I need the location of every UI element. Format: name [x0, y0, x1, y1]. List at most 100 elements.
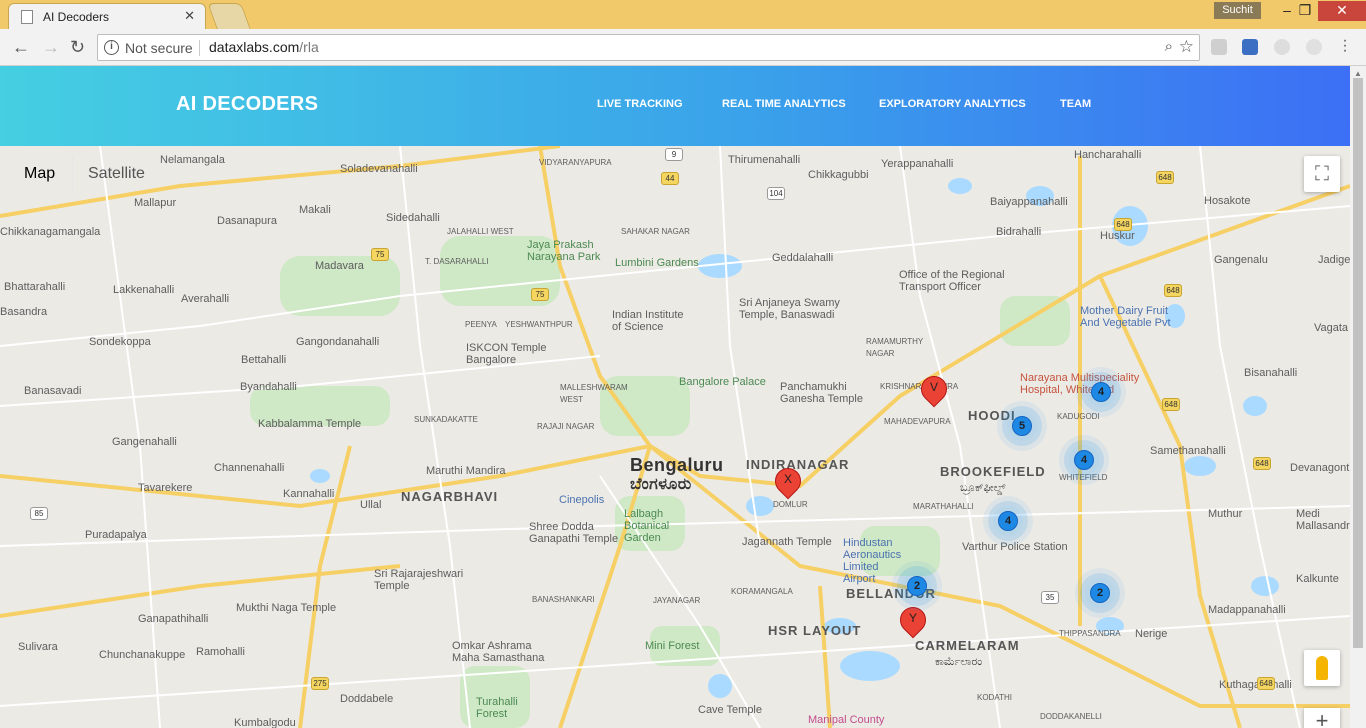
- label-channenahalli: Channenahalli: [214, 462, 285, 474]
- zoom-in-button[interactable]: +: [1304, 708, 1340, 728]
- label-gangenahalli: Gangenahalli: [112, 436, 177, 448]
- label-jadige: Jadige: [1318, 254, 1350, 266]
- extension-pdf-icon[interactable]: [1211, 39, 1227, 55]
- label-kannahalli: Kannahalli: [283, 488, 335, 500]
- scroll-up-icon[interactable]: ▲: [1354, 69, 1362, 78]
- label-kalkunte: Kalkunte: [1296, 573, 1339, 585]
- maximize-icon[interactable]: ❐: [1290, 1, 1320, 21]
- scroll-thumb[interactable]: [1353, 78, 1363, 648]
- label-nerige: Nerige: [1135, 628, 1168, 640]
- tab-strip: AI Decoders ✕ Suchit – ❐ ✕: [0, 0, 1366, 29]
- street-view-pegman-icon[interactable]: [1304, 650, 1340, 686]
- marker-cluster[interactable]: 4: [1069, 445, 1099, 475]
- marker-cluster[interactable]: 2: [1085, 578, 1115, 608]
- label-mukthi-naga: Mukthi Naga Temple: [236, 602, 337, 614]
- zoom-icon[interactable]: ⌕: [1165, 38, 1173, 55]
- map-type-satellite-button[interactable]: Satellite: [72, 156, 160, 192]
- label-maruthi-mandira: Maruthi Mandira: [426, 465, 506, 477]
- menu-kebab-icon[interactable]: · · ·: [1340, 33, 1350, 59]
- label-vagata: Vagata: [1314, 322, 1349, 334]
- brand-logo[interactable]: AI DECODERS: [176, 93, 318, 116]
- label-basandra: Basandra: [0, 306, 48, 318]
- label-anjaneya: Sri Anjaneya Swamy Temple, Banaswadi: [739, 297, 840, 321]
- marker-cluster[interactable]: 5: [1007, 411, 1037, 441]
- label-medi-mallasandra: Medi Mallasandra: [1296, 508, 1350, 532]
- cluster-count: 4: [1091, 382, 1111, 402]
- url-host: dataxlabs.com: [209, 39, 300, 55]
- reload-icon[interactable]: ↻: [70, 37, 85, 58]
- label-bidrahalli: Bidrahalli: [996, 226, 1042, 238]
- map-canvas[interactable]: Bengaluru ಬೆಂಗಳೂರು INDIRANAGAR BROOKEFIE…: [0, 146, 1350, 728]
- label-brookefield-kn: ಬ್ರೂಕ್‌ಫೀಲ್ಡ್: [960, 482, 1006, 494]
- marker-cluster[interactable]: 4: [993, 506, 1023, 536]
- nav-team[interactable]: TEAM: [1060, 98, 1091, 110]
- forward-arrow-icon[interactable]: →: [42, 37, 60, 58]
- tab-close-icon[interactable]: ✕: [184, 8, 195, 24]
- extension-app-icon[interactable]: [1242, 39, 1258, 55]
- back-arrow-icon[interactable]: ←: [12, 37, 30, 58]
- label-devanagonthi: Devanagonthi: [1290, 462, 1350, 474]
- label-lalbagh: Lalbagh Botanical Garden: [624, 508, 670, 544]
- label-yerappanahalli: Yerappanahalli: [881, 158, 954, 170]
- label-hancharahalli: Hancharahalli: [1074, 149, 1142, 161]
- nav-real-time-analytics[interactable]: REAL TIME ANALYTICS: [722, 98, 846, 110]
- page-icon: [21, 10, 33, 24]
- label-malleshwaram: MALLESHWARAM WEST: [560, 383, 628, 404]
- label-palace: Bangalore Palace: [679, 376, 766, 388]
- label-baiyappanahalli: Baiyappanahalli: [990, 196, 1068, 208]
- label-manipal: Manipal County: [808, 714, 885, 726]
- label-bhattarahalli: Bhattarahalli: [4, 281, 66, 293]
- road-shield: 275: [311, 677, 329, 690]
- label-gangenalu: Gangenalu: [1214, 254, 1268, 266]
- label-lakkenahalli: Lakkenahalli: [113, 284, 175, 296]
- label-narayana-hospital: Narayana Multispeciality Hospital, White…: [1020, 372, 1140, 396]
- url-text[interactable]: dataxlabs.com/rla: [209, 39, 319, 55]
- label-jagannath: Jagannath Temple: [742, 536, 832, 548]
- address-bar[interactable]: i Not secure dataxlabs.com/rla ⌕ ☆: [97, 34, 1200, 61]
- label-brookefield: BROOKEFIELD: [940, 464, 1046, 479]
- label-rajaji-nagar: RAJAJI NAGAR: [537, 422, 595, 431]
- extension-power-icon[interactable]: [1306, 39, 1322, 55]
- road-shield: 75: [531, 288, 549, 301]
- profile-button[interactable]: Suchit: [1214, 2, 1261, 19]
- label-huskur: Huskur: [1100, 230, 1135, 242]
- extension-circle-icon[interactable]: [1274, 39, 1290, 55]
- marker-label: Y: [908, 611, 917, 625]
- road-shield: 75: [371, 248, 389, 261]
- marker-label: X: [783, 472, 792, 486]
- label-kadugodi: KADUGODI: [1057, 412, 1100, 421]
- label-bisanahalli: Bisanahalli: [1244, 367, 1298, 379]
- label-mallapur: Mallapur: [134, 197, 177, 209]
- page-scrollbar[interactable]: ▲: [1350, 66, 1366, 728]
- label-mini-forest: Mini Forest: [645, 640, 700, 652]
- marker-label: V: [929, 380, 938, 394]
- label-t-dasarahalli: T. DASARAHALLI: [425, 257, 489, 266]
- vehicle-marker-v[interactable]: V: [915, 370, 953, 412]
- tab-title: AI Decoders: [43, 10, 110, 24]
- label-kuthaganahalli: Kuthaganahalli: [1219, 679, 1292, 691]
- label-carmelaram-kn: ಕಾರ್ಮೆಲಾರಂ: [935, 656, 983, 668]
- vehicle-marker-x[interactable]: X: [769, 462, 807, 504]
- nav-live-tracking[interactable]: LIVE TRACKING: [597, 98, 683, 110]
- info-icon[interactable]: i: [104, 40, 119, 55]
- label-turahalli: Turahalli Forest: [476, 696, 518, 720]
- close-window-icon[interactable]: ✕: [1318, 1, 1366, 21]
- label-iskcon: ISKCON Temple Bangalore: [466, 342, 547, 366]
- label-samethanahalli: Samethanahalli: [1150, 445, 1226, 457]
- road-shield: 104: [767, 187, 785, 200]
- label-hosakote: Hosakote: [1204, 195, 1251, 207]
- divider: [199, 40, 200, 56]
- nav-exploratory-analytics[interactable]: EXPLORATORY ANALYTICS: [879, 98, 1026, 110]
- marker-cluster[interactable]: 4: [1086, 377, 1116, 407]
- map-type-map-button[interactable]: Map: [9, 156, 72, 192]
- label-jalahalli-west: JALAHALLI WEST: [447, 227, 514, 236]
- fullscreen-icon[interactable]: ⛶: [1304, 156, 1340, 192]
- bookmark-star-icon[interactable]: ☆: [1179, 37, 1194, 57]
- label-mother-dairy: Mother Dairy Fruit And Vegetable Pvt: [1080, 305, 1171, 329]
- marker-cluster[interactable]: 2: [902, 571, 932, 601]
- label-hsr-layout: HSR LAYOUT: [768, 623, 862, 638]
- label-sulivara: Sulivara: [18, 641, 58, 653]
- vehicle-marker-y[interactable]: Y: [894, 601, 932, 643]
- new-tab-button[interactable]: [207, 3, 251, 29]
- tab-ai-decoders[interactable]: AI Decoders ✕: [8, 3, 206, 29]
